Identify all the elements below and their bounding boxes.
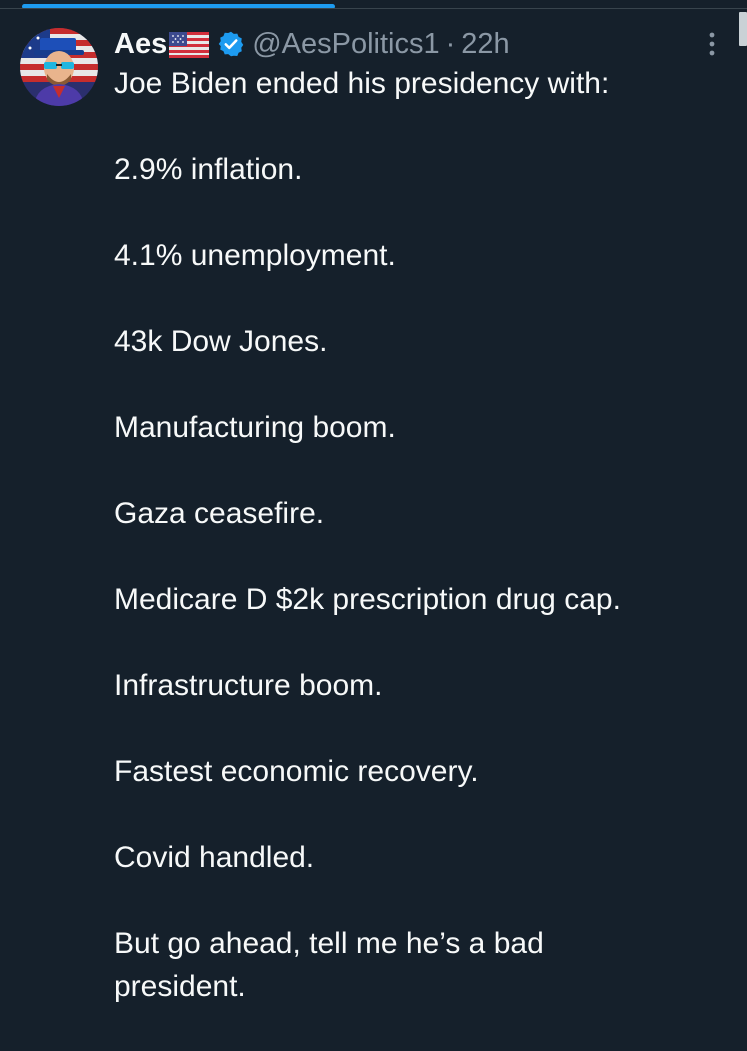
top-divider: [0, 8, 747, 9]
tweet-line: Medicare D $2k prescription drug cap.: [114, 583, 621, 616]
tweet-line: 2.9% inflation.: [114, 153, 303, 186]
tweet-header: Aes @AesPolitics1 · 22h: [114, 26, 510, 62]
avatar[interactable]: [20, 28, 98, 106]
tweet-line: Fastest economic recovery.: [114, 755, 479, 788]
us-flag-icon: [169, 31, 210, 58]
tweet-line: Manufacturing boom.: [114, 411, 396, 444]
tweet-line: But go ahead, tell me he’s a bad preside…: [114, 927, 544, 1003]
display-name[interactable]: Aes: [114, 26, 167, 62]
tweet-line: Joe Biden ended his presidency with:: [114, 67, 610, 100]
more-options-icon[interactable]: [700, 28, 724, 60]
tweet-line: Covid handled.: [114, 841, 315, 874]
tweet-text: Joe Biden ended his presidency with: 2.9…: [114, 62, 724, 1051]
scrollbar-thumb[interactable]: [739, 12, 747, 46]
timestamp[interactable]: 22h: [461, 26, 509, 62]
tweet-line: Gaza ceasefire.: [114, 497, 325, 530]
tweet-line: 4.1% unemployment.: [114, 239, 396, 272]
separator-dot: ·: [445, 28, 456, 60]
user-handle[interactable]: @AesPolitics1: [252, 26, 439, 62]
verified-badge-icon: [217, 30, 245, 58]
avatar-image: [20, 28, 98, 106]
tweet-line: Infrastructure boom.: [114, 669, 383, 702]
tweet-line: 43k Dow Jones.: [114, 325, 328, 358]
